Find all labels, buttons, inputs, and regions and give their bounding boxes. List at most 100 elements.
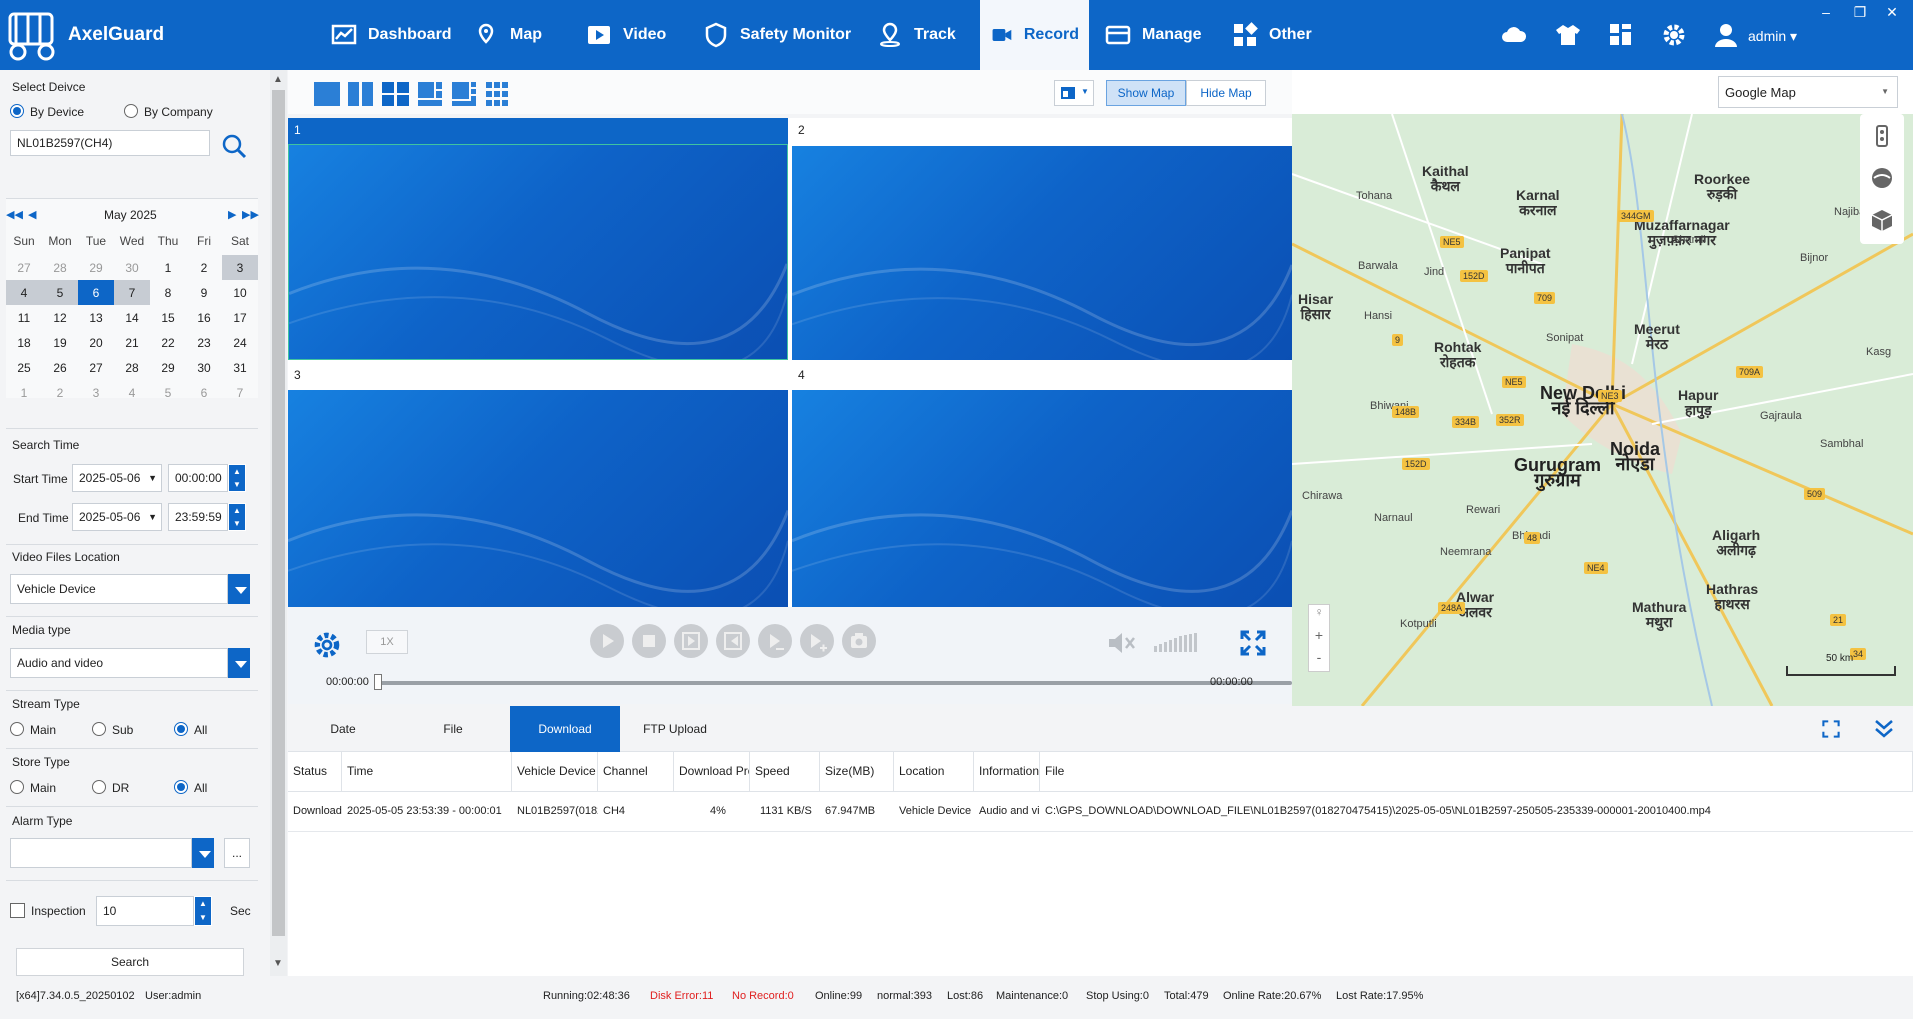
next-month-button[interactable]: ▶ bbox=[228, 208, 236, 221]
nav-record[interactable]: Record bbox=[980, 0, 1089, 70]
nav-manage[interactable]: Manage bbox=[1094, 0, 1212, 70]
calendar-day[interactable]: 17 bbox=[222, 305, 258, 330]
column-header[interactable]: Download Prog bbox=[674, 752, 750, 792]
inspection-interval-input[interactable]: 10 bbox=[96, 896, 194, 926]
map-panel[interactable]: Google Map ▼ Kaithal कैथल Karnal करनाल Roorke… bbox=[1292, 70, 1913, 706]
calendar-day[interactable]: 5 bbox=[150, 380, 186, 405]
calendar-day[interactable]: 1 bbox=[6, 380, 42, 405]
nav-safety-monitor[interactable]: Safety Monitor bbox=[692, 0, 861, 70]
gear-icon[interactable] bbox=[1660, 22, 1688, 48]
map-provider-select[interactable]: Google Map ▼ bbox=[1718, 76, 1898, 108]
calendar-day[interactable]: 29 bbox=[78, 255, 114, 280]
calendar-day[interactable]: 21 bbox=[114, 330, 150, 355]
shirt-icon[interactable] bbox=[1554, 22, 1582, 48]
alarm-type-select[interactable] bbox=[10, 838, 192, 868]
tab-file[interactable]: File bbox=[398, 706, 508, 752]
end-time-input[interactable]: 23:59:59 bbox=[168, 503, 228, 531]
volume-bar[interactable] bbox=[1154, 632, 1202, 654]
media-type-select[interactable]: Audio and video bbox=[10, 648, 228, 678]
device-input[interactable]: NL01B2597(CH4) bbox=[10, 130, 210, 156]
layout-icon[interactable] bbox=[1607, 22, 1635, 48]
mute-icon[interactable] bbox=[1106, 630, 1136, 656]
calendar-day[interactable]: 2 bbox=[186, 255, 222, 280]
calendar-day[interactable]: 8 bbox=[150, 280, 186, 305]
scrollbar-thumb[interactable] bbox=[272, 90, 285, 936]
pane-header-4[interactable]: 4 bbox=[792, 363, 1292, 389]
inspection-checkbox[interactable] bbox=[10, 903, 25, 918]
cloud-icon[interactable] bbox=[1500, 22, 1528, 48]
hide-map-button[interactable]: Hide Map bbox=[1186, 80, 1266, 106]
video-pane-3[interactable] bbox=[288, 390, 788, 607]
calendar-day[interactable]: 23 bbox=[186, 330, 222, 355]
search-icon[interactable] bbox=[220, 132, 248, 160]
calendar-day[interactable]: 10 bbox=[222, 280, 258, 305]
end-time-stepper[interactable]: ▲ ▼ bbox=[228, 503, 246, 531]
tab-ftp-upload[interactable]: FTP Upload bbox=[620, 706, 730, 752]
media-type-dropdown-button[interactable] bbox=[228, 648, 250, 678]
calendar-day[interactable]: 5 bbox=[42, 280, 78, 305]
store-all-radio[interactable] bbox=[174, 780, 188, 794]
calendar-day[interactable]: 30 bbox=[186, 355, 222, 380]
3d-view-icon[interactable] bbox=[1870, 208, 1894, 232]
alarm-more-button[interactable]: ... bbox=[224, 838, 250, 868]
minimize-button[interactable]: – bbox=[1816, 4, 1836, 20]
calendar-day[interactable]: 3 bbox=[222, 255, 258, 280]
calendar-day[interactable]: 16 bbox=[186, 305, 222, 330]
column-header[interactable]: Vehicle Device bbox=[512, 752, 598, 792]
split-layout-icons[interactable] bbox=[314, 82, 514, 106]
pane-header-1[interactable]: 1 bbox=[288, 118, 788, 144]
nav-video[interactable]: Video bbox=[575, 0, 676, 70]
video-location-dropdown-button[interactable] bbox=[228, 574, 250, 604]
calendar-day[interactable]: 15 bbox=[150, 305, 186, 330]
calendar-day[interactable]: 1 bbox=[150, 255, 186, 280]
tab-download[interactable]: Download bbox=[510, 706, 620, 752]
column-header[interactable]: Size(MB) bbox=[820, 752, 894, 792]
snapshot-button[interactable] bbox=[842, 624, 876, 658]
slow-button[interactable] bbox=[758, 624, 792, 658]
video-pane-2[interactable] bbox=[792, 146, 1292, 360]
start-date-select[interactable]: 2025-05-06 ▼ bbox=[72, 464, 162, 492]
stream-sub-radio[interactable] bbox=[92, 722, 106, 736]
zoom-out-button[interactable]: - bbox=[1309, 649, 1329, 671]
calendar-day[interactable]: 2 bbox=[42, 380, 78, 405]
calendar-day[interactable]: 19 bbox=[42, 330, 78, 355]
calendar-day[interactable]: 6 bbox=[78, 280, 114, 305]
zoom-in-button[interactable]: + bbox=[1309, 627, 1329, 649]
fullscreen-icon[interactable] bbox=[1240, 630, 1266, 656]
pane-header-2[interactable]: 2 bbox=[792, 118, 1292, 144]
by-company-radio[interactable] bbox=[124, 104, 138, 118]
column-header[interactable]: Information bbox=[974, 752, 1040, 792]
frame-button[interactable] bbox=[674, 624, 708, 658]
video-files-location-select[interactable]: Vehicle Device bbox=[10, 574, 228, 604]
calendar-day[interactable]: 26 bbox=[42, 355, 78, 380]
expand-icon[interactable] bbox=[1822, 720, 1840, 738]
close-button[interactable]: ✕ bbox=[1882, 4, 1902, 21]
stop-button[interactable] bbox=[632, 624, 666, 658]
speed-button[interactable]: 1X bbox=[366, 630, 408, 654]
fast-button[interactable] bbox=[800, 624, 834, 658]
tab-date[interactable]: Date bbox=[288, 706, 398, 752]
column-header[interactable]: Location bbox=[894, 752, 974, 792]
previous-button[interactable] bbox=[716, 624, 750, 658]
timeline-handle[interactable] bbox=[374, 674, 382, 690]
timeline-track[interactable] bbox=[376, 681, 1292, 685]
satellite-icon[interactable] bbox=[1870, 166, 1894, 190]
calendar-day[interactable]: 4 bbox=[114, 380, 150, 405]
window-layout-dropdown[interactable]: ▼ bbox=[1054, 80, 1094, 106]
video-pane-4[interactable] bbox=[792, 390, 1292, 607]
calendar-day[interactable]: 4 bbox=[6, 280, 42, 305]
column-header[interactable]: Time bbox=[342, 752, 512, 792]
calendar-day[interactable]: 3 bbox=[78, 380, 114, 405]
calendar-day[interactable]: 24 bbox=[222, 330, 258, 355]
prev-month-button[interactable]: ◀ bbox=[28, 208, 36, 221]
store-dr-radio[interactable] bbox=[92, 780, 106, 794]
calendar-day[interactable]: 6 bbox=[186, 380, 222, 405]
calendar-day[interactable]: 7 bbox=[114, 280, 150, 305]
collapse-down-icon[interactable] bbox=[1874, 718, 1894, 740]
column-header[interactable]: Status bbox=[288, 752, 342, 792]
calendar-day[interactable]: 27 bbox=[6, 255, 42, 280]
calendar-day[interactable]: 27 bbox=[78, 355, 114, 380]
stream-main-radio[interactable] bbox=[10, 722, 24, 736]
calendar-day[interactable]: 20 bbox=[78, 330, 114, 355]
nav-track[interactable]: Track bbox=[866, 0, 966, 70]
